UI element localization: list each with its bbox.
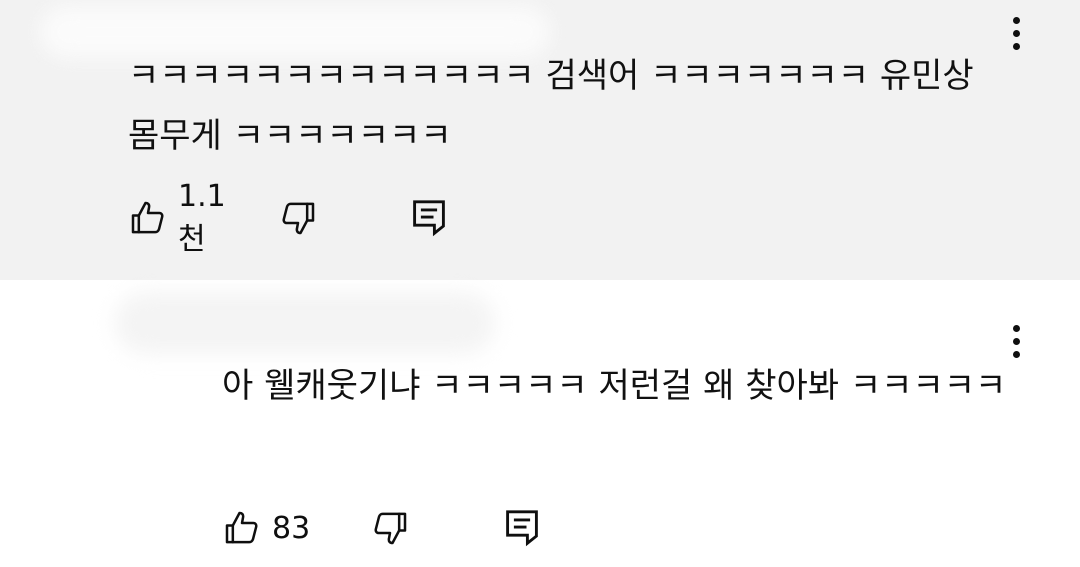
comment-thread-highlighted: ㅋㅋㅋㅋㅋㅋㅋㅋㅋㅋㅋㅋㅋ 검색어 ㅋㅋㅋㅋㅋㅋㅋ 유민상 몸무게 ㅋㅋㅋㅋㅋㅋ…: [0, 0, 1080, 280]
like-button[interactable]: 1.1천: [128, 179, 226, 257]
thumbs-down-icon: [370, 508, 410, 548]
reply-icon: [411, 198, 447, 238]
thumbs-up-icon: [128, 198, 168, 238]
like-count: 83: [272, 510, 311, 546]
comment-text: ㅋㅋㅋㅋㅋㅋㅋㅋㅋㅋㅋㅋㅋ 검색어 ㅋㅋㅋㅋㅋㅋㅋ 유민상 몸무게 ㅋㅋㅋㅋㅋㅋ…: [128, 56, 974, 156]
more-vert-icon: [1013, 325, 1020, 332]
like-count: 1.1천: [178, 178, 226, 257]
like-button[interactable]: 83: [222, 506, 310, 550]
more-vert-icon: [1013, 17, 1020, 24]
redacted-author-info: [115, 292, 495, 354]
comment-text: 아 웰캐웃기냐 ㅋㅋㅋㅋㅋ 저런걸 왜 찾아봐 ㅋㅋㅋㅋㅋ: [222, 366, 1007, 406]
reply-button[interactable]: [411, 196, 447, 240]
reply-button[interactable]: [504, 506, 540, 550]
dislike-button[interactable]: [278, 196, 318, 240]
dislike-button[interactable]: [370, 506, 410, 550]
reply-icon: [504, 508, 540, 548]
comment-reply: 아 웰캐웃기냐 ㅋㅋㅋㅋㅋ 저런걸 왜 찾아봐 ㅋㅋㅋㅋㅋ 83: [0, 280, 1080, 567]
thumbs-down-icon: [278, 198, 318, 238]
thumbs-up-icon: [222, 508, 262, 548]
